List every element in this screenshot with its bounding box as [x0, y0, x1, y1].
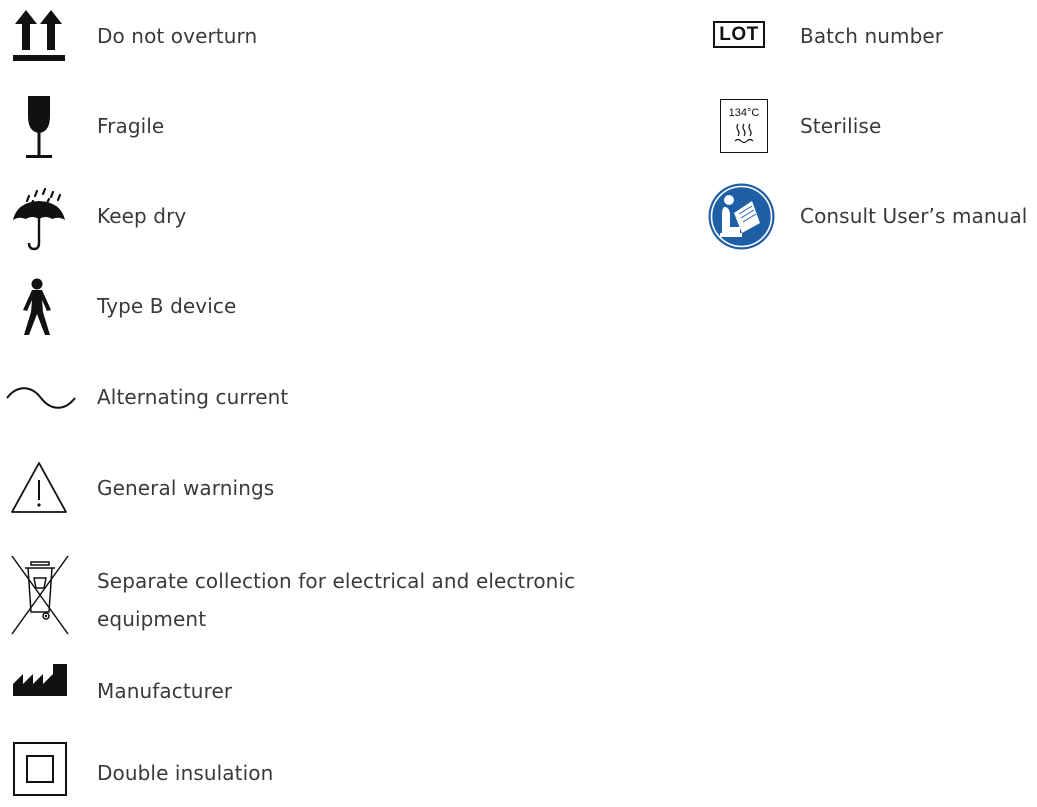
factory-icon [13, 664, 69, 696]
double-square-icon [13, 742, 67, 796]
symbol-label-separate-collection-line2: equipment [97, 607, 207, 631]
symbol-label-separate-collection-line1: Separate collection for electrical and e… [97, 569, 576, 593]
fragile-glass-icon [24, 96, 54, 160]
crossed-bin-icon [10, 554, 70, 636]
lot-box-text: LOT [713, 21, 765, 48]
symbol-label-do-not-overturn: Do not overturn [97, 24, 258, 48]
symbol-label-type-b-device: Type B device [97, 294, 237, 318]
steam-icon [734, 123, 754, 144]
manual-reader-icon [708, 183, 775, 250]
symbol-label-general-warnings: General warnings [97, 476, 275, 500]
umbrella-rain-icon [13, 188, 67, 252]
symbol-label-batch-number: Batch number [800, 24, 944, 48]
lot-box-icon: LOT [713, 21, 765, 48]
sterilise-temperature-text: 134°C [728, 107, 760, 119]
this-way-up-arrows-icon [13, 10, 65, 62]
sterilise-icon: 134°C [720, 99, 768, 153]
sine-wave-icon [5, 385, 77, 411]
symbol-label-double-insulation: Double insulation [97, 761, 274, 785]
type-b-body-icon [22, 278, 52, 336]
warning-triangle-icon [9, 460, 69, 516]
symbol-label-sterilise: Sterilise [800, 114, 882, 138]
symbol-label-keep-dry: Keep dry [97, 204, 187, 228]
symbol-label-fragile: Fragile [97, 114, 165, 138]
symbol-label-consult-manual: Consult User’s manual [800, 204, 1028, 228]
symbol-label-alternating-current: Alternating current [97, 385, 289, 409]
symbol-label-manufacturer: Manufacturer [97, 679, 233, 703]
